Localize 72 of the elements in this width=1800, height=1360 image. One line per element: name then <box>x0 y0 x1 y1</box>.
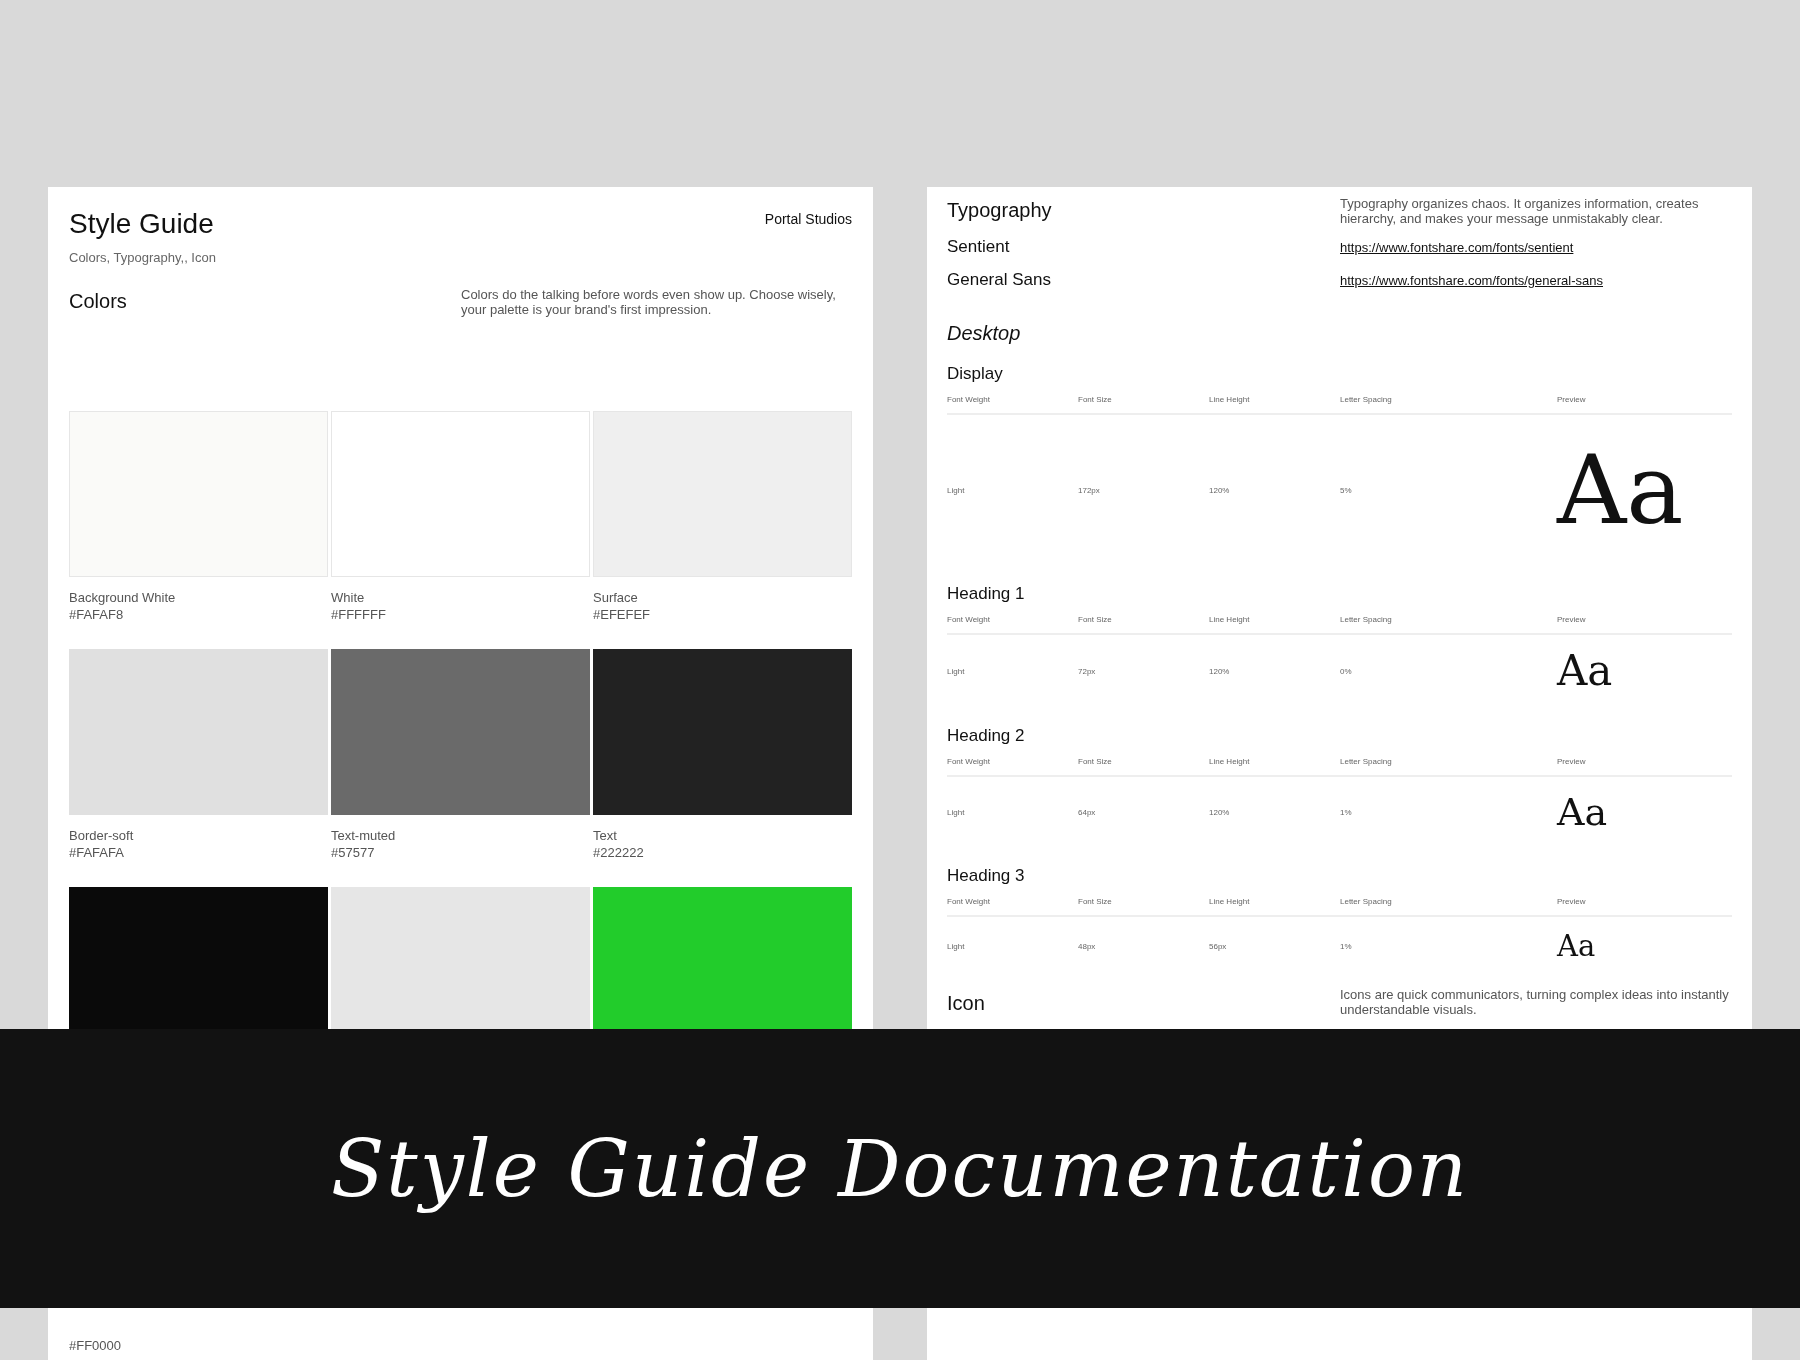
column-header: Preview <box>1557 757 1587 766</box>
column-header: Letter Spacing <box>1340 615 1393 624</box>
column-header: Preview <box>1557 395 1587 404</box>
color-name: Text-muted <box>331 827 397 844</box>
column-header: Letter Spacing <box>1340 395 1393 404</box>
font-name: General Sans <box>947 269 1052 291</box>
column-header: Font Weight <box>947 897 991 906</box>
column-header: Line Height <box>1209 897 1251 906</box>
table-cell-text: 120% <box>1209 666 1231 676</box>
font-name: Sentient <box>947 236 1011 258</box>
type-preview: Aa <box>1557 793 1609 831</box>
table-cell-text: 64px <box>1078 807 1097 817</box>
brand-name: Portal Studios <box>764 211 852 227</box>
column-header: Letter Spacing <box>1340 757 1393 766</box>
table-cell-text: 1% <box>1340 941 1353 951</box>
section-heading: Icon <box>947 991 986 1015</box>
column-header: Line Height <box>1209 395 1251 404</box>
style-name: Display <box>947 363 1004 385</box>
table-cell-text: 56px <box>1209 941 1228 951</box>
page-subtitle: Colors, Typography,, Icon <box>69 250 217 265</box>
table-cell-text: 1% <box>1340 807 1353 817</box>
section-heading: Typography <box>947 198 1053 222</box>
style-name: Heading 2 <box>947 725 1026 747</box>
table-cell-text: 48px <box>1078 941 1097 951</box>
color-hex: #FF0000 <box>69 1337 123 1354</box>
table-cell-text: 120% <box>1209 807 1231 817</box>
style-name: Heading 3 <box>947 865 1026 887</box>
font-link[interactable]: https://www.fontshare.com/fonts/sentient <box>1340 239 1732 255</box>
table-cell-text: 0% <box>1340 666 1353 676</box>
color-hex: #EFEFEF <box>593 606 652 623</box>
table-cell-text: Light <box>947 666 966 676</box>
column-header: Font Size <box>1078 395 1113 404</box>
color-name: Background White <box>69 589 177 606</box>
color-hex: #FAFAFA <box>69 844 125 861</box>
column-header: Font Weight <box>947 615 991 624</box>
color-hex: #57577 <box>331 844 376 861</box>
color-name: Border-soft <box>69 827 135 844</box>
color-hex: #222222 <box>593 844 645 861</box>
column-header: Font Weight <box>947 757 991 766</box>
column-header: Preview <box>1557 615 1587 624</box>
banner-title: Style Guide Documentation <box>330 1123 1470 1214</box>
color-name: White <box>331 589 366 606</box>
section-description: Colors do the talking before words even show up. Choose wisely, your palette is your brand's first impression. <box>461 287 837 317</box>
section-description: Icons are quick communicators, turning complex ideas into instantly understandable visuals. <box>1340 987 1730 1017</box>
column-header: Letter Spacing <box>1340 897 1393 906</box>
column-header: Font Weight <box>947 395 991 404</box>
table-cell-text: Light <box>947 485 966 495</box>
column-header: Font Size <box>1078 897 1113 906</box>
column-header: Line Height <box>1209 757 1251 766</box>
color-name: Surface <box>593 589 639 606</box>
color-hex: #FFFFFF <box>331 606 387 623</box>
table-cell-text: 172px <box>1078 485 1101 495</box>
type-preview: Aa <box>1557 931 1597 961</box>
column-header: Font Size <box>1078 757 1113 766</box>
column-header: Line Height <box>1209 615 1251 624</box>
color-hex: #FAFAF8 <box>69 606 125 623</box>
color-name: Text <box>593 827 618 844</box>
page-title: Style Guide <box>69 207 214 241</box>
table-cell-text: 72px <box>1078 666 1097 676</box>
table-cell-text: 5% <box>1340 485 1353 495</box>
type-preview: Aa <box>1557 442 1685 538</box>
column-header: Preview <box>1557 897 1587 906</box>
style-name: Heading 1 <box>947 583 1026 605</box>
column-header: Font Size <box>1078 615 1113 624</box>
platform-heading: Desktop <box>947 322 1022 345</box>
table-cell-text: Light <box>947 807 966 817</box>
font-link[interactable]: https://www.fontshare.com/fonts/general-sans <box>1340 272 1732 288</box>
type-preview: Aa <box>1557 650 1614 692</box>
section-description: Typography organizes chaos. It organizes information, creates hierarchy, and makes your message unmistakably clear. <box>1340 196 1700 226</box>
table-cell-text: 120% <box>1209 485 1231 495</box>
table-cell-text: Light <box>947 941 966 951</box>
section-heading: Colors <box>69 289 128 314</box>
